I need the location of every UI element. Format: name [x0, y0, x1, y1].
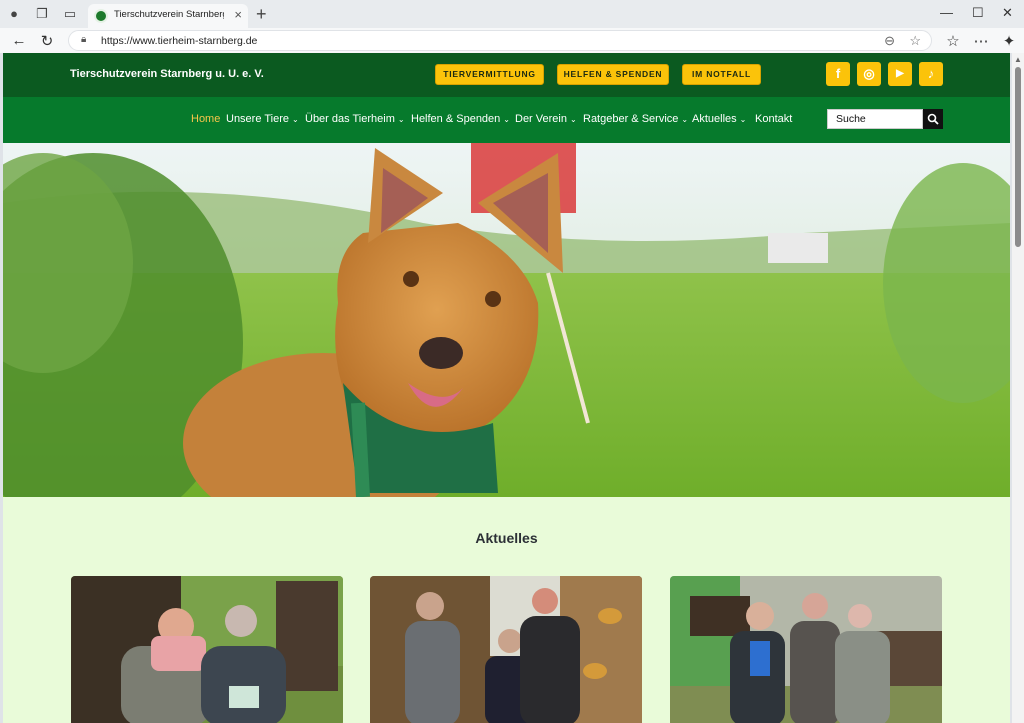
cta-helfen-spenden-button[interactable]: HELFEN & SPENDEN — [557, 64, 669, 85]
tab-title: Tierschutzverein Starnberg u.U. e.V. — [114, 9, 224, 20]
site-topbar: Tierschutzverein Starnberg u. U. e. V. T… — [3, 53, 1010, 97]
favorite-star-icon[interactable]: ☆ — [909, 33, 921, 49]
maximize-icon[interactable]: ☐ — [972, 5, 984, 21]
copilot-icon[interactable]: ✦ — [1000, 32, 1018, 50]
nav-aktuelles-label: Aktuelles — [692, 113, 737, 125]
cta-notfall-button[interactable]: IM NOTFALL — [682, 64, 761, 85]
minimize-icon[interactable]: — — [940, 5, 953, 20]
chevron-down-icon: ⌄ — [291, 115, 299, 124]
reader-icon[interactable]: ⊖ — [884, 33, 895, 49]
nav-ratgeber-label: Ratgeber & Service — [583, 113, 679, 125]
nav-helfen-label: Helfen & Spenden — [411, 113, 501, 125]
nav-ueber-label: Über das Tierheim — [305, 113, 395, 125]
url-field[interactable]: 🔒︎ https://www.tierheim-starnberg.de ⊖ ☆ — [68, 30, 932, 51]
site-favicon-icon — [94, 9, 108, 23]
url-text[interactable]: https://www.tierheim-starnberg.de — [101, 35, 257, 47]
hero-dog-photo — [3, 143, 1010, 497]
favorites-list-icon[interactable]: ☆ — [944, 32, 962, 50]
news-card-image — [670, 576, 942, 723]
chevron-down-icon: ⌄ — [503, 115, 510, 124]
close-tab-icon[interactable]: × — [234, 7, 242, 22]
browser-tabbar: ● ❐ ▭ Tierschutzverein Starnberg u.U. e.… — [0, 0, 1024, 28]
browser-tab[interactable]: Tierschutzverein Starnberg u.U. e.V. × — [88, 4, 248, 28]
tiktok-icon[interactable]: ♪ — [919, 62, 943, 86]
search-icon — [927, 113, 939, 125]
profile-icon[interactable]: ● — [6, 6, 22, 22]
main-nav: Home Unsere Tiere ⌄ Über das Tierheim ⌄ He… — [3, 97, 1010, 143]
search-input[interactable]: Suche — [827, 109, 923, 129]
scroll-up-icon[interactable]: ▲ — [1014, 55, 1022, 64]
browser-addressbar: ← ↻ 🔒︎ https://www.tierheim-starnberg.de… — [0, 28, 1024, 53]
news-card[interactable] — [71, 576, 343, 723]
nav-kontakt-label: Kontakt — [755, 113, 793, 125]
news-card[interactable] — [370, 576, 642, 723]
nav-home-label: Home — [191, 113, 221, 125]
instagram-icon[interactable]: ◎ — [857, 62, 881, 86]
news-card-image — [71, 576, 343, 723]
chevron-down-icon: ⌄ — [681, 115, 689, 124]
news-card-image — [370, 576, 642, 723]
chevron-down-icon: ⌄ — [739, 115, 747, 124]
nav-der-verein[interactable]: Der Verein ⌄ — [515, 113, 577, 125]
hero-image — [3, 143, 1010, 497]
cta-tiervermittlung-button[interactable]: TIERVERMITTLUNG — [435, 64, 544, 85]
facebook-icon[interactable]: f — [826, 62, 850, 86]
nav-unsere-tiere-label: Unsere Tiere — [226, 113, 289, 125]
tab-actions-icon[interactable]: ▭ — [62, 6, 78, 22]
web-page: Tierschutzverein Starnberg u. U. e. V. T… — [3, 53, 1010, 723]
workspaces-icon[interactable]: ❐ — [34, 6, 50, 22]
section-heading: Aktuelles — [475, 530, 538, 546]
more-menu-icon[interactable]: ⋯ — [972, 32, 990, 50]
youtube-icon[interactable]: ▶ — [888, 62, 912, 86]
nav-ueber-das-tierheim[interactable]: Über das Tierheim ⌄ — [305, 113, 405, 125]
close-window-icon[interactable]: ✕ — [1002, 5, 1013, 21]
nav-ratgeber-service[interactable]: Ratgeber & Service ⌄ — [583, 113, 688, 125]
new-tab-icon[interactable]: + — [256, 4, 267, 25]
lock-icon[interactable]: 🔒︎ — [81, 34, 86, 45]
scrollbar-thumb[interactable] — [1015, 67, 1021, 247]
back-icon[interactable]: ← — [10, 32, 28, 49]
nav-home[interactable]: Home — [191, 113, 220, 125]
page-scrollbar[interactable]: ▲ — [1012, 53, 1024, 723]
nav-unsere-tiere[interactable]: Unsere Tiere ⌄ — [226, 113, 299, 125]
chevron-down-icon: ⌄ — [397, 115, 405, 124]
chevron-down-icon: ⌄ — [569, 115, 577, 124]
nav-kontakt[interactable]: Kontakt — [755, 113, 792, 125]
search-button[interactable] — [923, 109, 943, 129]
nav-aktuelles[interactable]: Aktuelles ⌄ — [692, 113, 746, 125]
site-brand[interactable]: Tierschutzverein Starnberg u. U. e. V. — [70, 68, 264, 80]
nav-helfen-spenden[interactable]: Helfen & Spenden ⌄ — [411, 113, 510, 125]
news-card[interactable] — [670, 576, 942, 723]
nav-verein-label: Der Verein — [515, 113, 567, 125]
refresh-icon[interactable]: ↻ — [38, 32, 56, 50]
